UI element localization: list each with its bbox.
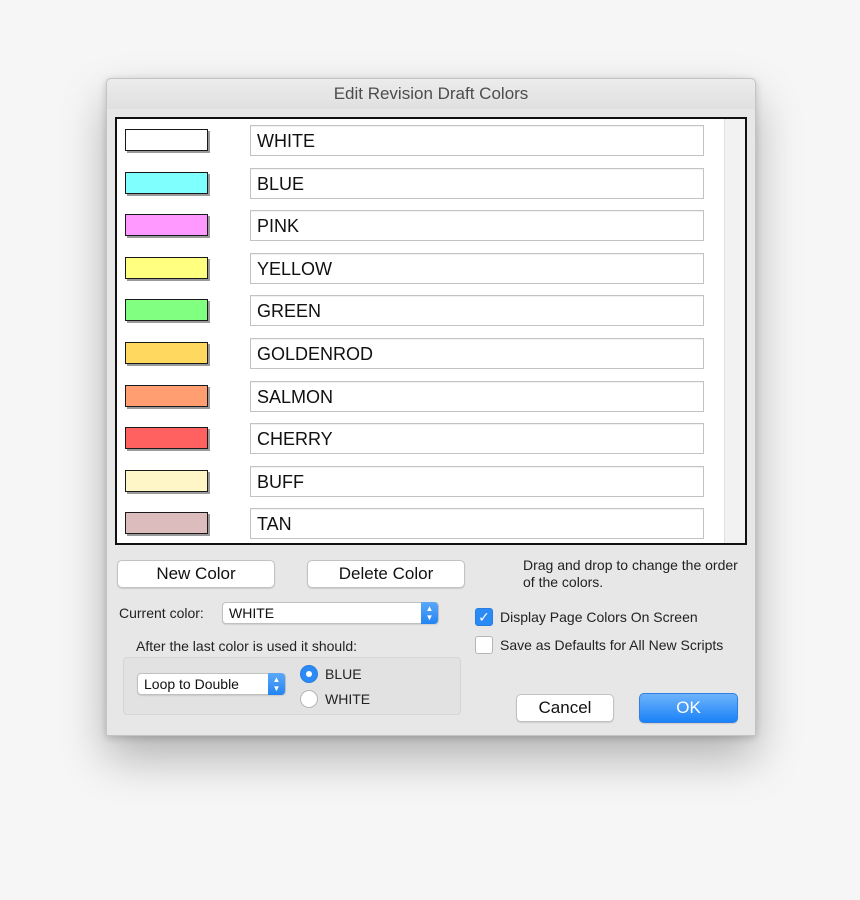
color-swatch[interactable]: [125, 129, 208, 151]
loop-mode-value: Loop to Double: [144, 676, 239, 692]
list-item[interactable]: PINK: [117, 206, 723, 249]
color-name-field[interactable]: BUFF: [250, 465, 704, 497]
list-item[interactable]: SALMON: [117, 377, 723, 420]
color-list[interactable]: WHITE BLUE PINK YELLOW GREEN GOLDENROD SALMON C…: [115, 117, 747, 545]
color-name-field[interactable]: SALMON: [250, 380, 704, 412]
current-color-value: WHITE: [229, 605, 275, 621]
color-name-field[interactable]: CHERRY: [250, 423, 704, 455]
current-color-chevron-icon: ▲ ▼: [421, 602, 438, 624]
color-name-field[interactable]: BLUE: [250, 167, 704, 199]
cancel-button[interactable]: Cancel: [516, 694, 614, 722]
color-swatch[interactable]: [125, 299, 208, 322]
color-name-field[interactable]: PINK: [250, 210, 704, 242]
ok-button[interactable]: OK: [639, 693, 738, 723]
new-color-button[interactable]: New Color: [117, 560, 275, 588]
color-swatch[interactable]: [125, 342, 208, 364]
checkmark-icon: ✓: [478, 609, 490, 625]
color-swatch[interactable]: [125, 214, 208, 237]
radio-blue-label: BLUE: [325, 666, 362, 682]
color-name-field[interactable]: WHITE: [250, 125, 704, 156]
color-name-field[interactable]: GOLDENROD: [250, 338, 704, 369]
display-page-colors-checkbox[interactable]: ✓: [475, 608, 493, 626]
radio-white[interactable]: [300, 690, 318, 708]
dialog-title: Edit Revision Draft Colors: [107, 79, 755, 109]
radio-white-label: WHITE: [325, 691, 371, 707]
list-item[interactable]: YELLOW: [117, 249, 723, 292]
drag-drop-hint: Drag and drop to change the order of the…: [523, 557, 738, 590]
edit-revision-colors-dialog: Edit Revision Draft Colors WHITE BLUE PINK…: [106, 78, 756, 736]
display-page-colors-label: Display Page Colors On Screen: [500, 609, 698, 625]
loop-mode-select[interactable]: Loop to Double ▲ ▼: [137, 673, 286, 695]
color-swatch[interactable]: [125, 427, 208, 450]
color-swatch[interactable]: [125, 512, 208, 535]
list-item[interactable]: BLUE: [117, 164, 723, 207]
list-item[interactable]: GREEN: [117, 291, 723, 334]
radio-blue[interactable]: [300, 665, 318, 683]
after-last-color-label: After the last color is used it should:: [136, 638, 357, 654]
list-scrollbar[interactable]: [724, 119, 745, 543]
list-item[interactable]: BUFF: [117, 462, 723, 505]
color-swatch[interactable]: [125, 384, 208, 407]
color-swatch[interactable]: [125, 171, 208, 194]
color-name-field[interactable]: YELLOW: [250, 252, 704, 284]
list-item[interactable]: TAN: [117, 504, 723, 543]
list-item[interactable]: GOLDENROD: [117, 334, 723, 377]
color-swatch[interactable]: [125, 469, 208, 492]
loop-mode-chevron-icon: ▲ ▼: [268, 673, 285, 695]
list-item[interactable]: WHITE: [117, 121, 723, 164]
current-color-label: Current color:: [119, 605, 204, 621]
color-swatch[interactable]: [125, 256, 208, 279]
list-item[interactable]: CHERRY: [117, 419, 723, 462]
delete-color-button[interactable]: Delete Color: [307, 560, 465, 588]
color-name-field[interactable]: TAN: [250, 508, 704, 540]
save-defaults-label: Save as Defaults for All New Scripts: [500, 637, 724, 653]
color-name-field[interactable]: GREEN: [250, 295, 704, 327]
current-color-select[interactable]: WHITE ▲ ▼: [222, 602, 439, 624]
save-defaults-checkbox[interactable]: [475, 636, 493, 654]
